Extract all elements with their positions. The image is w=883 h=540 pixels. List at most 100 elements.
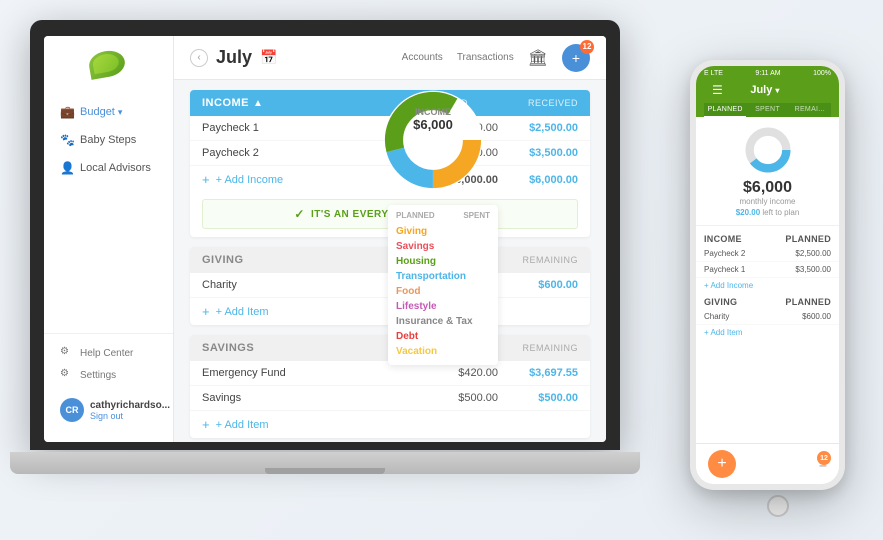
list-item: Paycheck 1 $3,500.00: [696, 262, 839, 278]
phone-screen: E LTE 9:11 AM 100% ☰ July ▾ PLANNED: [696, 66, 839, 484]
phone-paycheck2-name: Paycheck 2: [704, 249, 745, 258]
phone-income-amount: $6,000: [704, 179, 831, 197]
user-avatar: CR: [60, 398, 84, 422]
phone-tabs: PLANNED SPENT REMAI...: [704, 103, 831, 117]
sidebar-item-babysteps[interactable]: 🐾 Baby Steps: [52, 127, 165, 153]
sidebar-item-budget[interactable]: 💼 Budget ▾: [52, 99, 165, 125]
phone-scroll[interactable]: INCOME PLANNED Paycheck 2 $2,500.00 Payc…: [696, 226, 839, 443]
emergency-fund-remaining: $3,697.55: [498, 367, 578, 379]
phone-tab-spent-label: SPENT: [755, 106, 780, 113]
sidebar-nav: 💼 Budget ▾ 🐾 Baby Steps 👤 Local Advisors: [44, 99, 173, 333]
prev-month-button[interactable]: ‹: [190, 49, 208, 67]
category-vacation[interactable]: Vacation: [396, 344, 490, 359]
phone-header: ☰ July ▾: [704, 79, 831, 103]
phone-add-button[interactable]: +: [708, 450, 736, 478]
income-title: INCOME: [202, 97, 249, 109]
chevron-down-icon: ▾: [118, 107, 123, 118]
sidebar-item-babysteps-label: Baby Steps: [80, 134, 136, 146]
phone-income-col-label: PLANNED: [785, 234, 831, 244]
category-transportation[interactable]: Transportation: [396, 269, 490, 284]
help-center-label: Help Center: [80, 348, 133, 359]
sidebar-item-advisors-label: Local Advisors: [80, 162, 151, 174]
current-month: July: [216, 47, 252, 68]
phone-donut-svg: [743, 125, 793, 175]
savings-remaining: $500.00: [498, 392, 578, 404]
sidebar-bottom: ⚙ Help Center ⚙ Settings CR cathyrichard…: [44, 333, 173, 430]
phone-add-icon: +: [717, 455, 726, 473]
check-icon: ✓: [294, 207, 305, 221]
phone-paycheck2-amount: $2,500.00: [795, 249, 831, 258]
list-item: Charity $600.00: [696, 309, 839, 325]
settings-item[interactable]: ⚙ Settings: [52, 364, 165, 386]
phone-donut-mini: [743, 125, 793, 175]
emergency-fund-planned: $420.00: [418, 367, 498, 379]
top-bar-right: Accounts Transactions 🏛 + 12: [402, 44, 590, 72]
phone-menu-icon[interactable]: ☰: [712, 83, 723, 97]
savings-name: Savings: [202, 392, 418, 404]
user-area: CR cathyrichardso... Sign out: [52, 390, 165, 430]
app-logo: [84, 48, 134, 83]
category-debt[interactable]: Debt: [396, 329, 490, 344]
accounts-icon[interactable]: 🏛: [528, 48, 548, 68]
phone-month-chevron-icon: ▾: [775, 86, 779, 95]
phone-badge: 12: [817, 451, 831, 465]
calendar-icon[interactable]: 📅: [260, 49, 277, 66]
category-list-header: PLANNED SPENT: [396, 211, 490, 220]
settings-icon: ⚙: [60, 368, 74, 382]
phone-time: 9:11 AM: [755, 70, 780, 77]
laptop-screen: 💼 Budget ▾ 🐾 Baby Steps 👤 Local Advisors: [44, 36, 606, 442]
savings-title: SAVINGS: [202, 342, 254, 354]
phone-month-text: July: [750, 84, 772, 96]
savings-planned: $500.00: [418, 392, 498, 404]
add-savings-row[interactable]: + + Add Item: [190, 411, 590, 438]
category-savings[interactable]: Savings: [396, 239, 490, 254]
phone-tab-remaining-label: REMAI...: [795, 106, 825, 113]
top-bar: ‹ July 📅 Accounts Transactions 🏛 + 12: [174, 36, 606, 80]
phone-income-title: INCOME: [704, 234, 742, 244]
phone-home-button[interactable]: [767, 495, 789, 517]
phone-battery: 100%: [813, 70, 831, 77]
phone-tab-spent[interactable]: SPENT: [746, 103, 788, 117]
advisors-icon: 👤: [60, 161, 74, 175]
category-lifestyle[interactable]: Lifestyle: [396, 299, 490, 314]
phone-giving-section: GIVING PLANNED: [696, 293, 839, 309]
category-giving[interactable]: Giving: [396, 224, 490, 239]
add-giving-label: + Add Item: [216, 306, 269, 318]
phone-left-text: left to plan: [762, 208, 799, 217]
income-chevron-icon[interactable]: ▲: [253, 98, 263, 109]
sidebar-item-advisors[interactable]: 👤 Local Advisors: [52, 155, 165, 181]
phone-paycheck1-name: Paycheck 1: [704, 265, 745, 274]
phone-bottom-bar: + ≡ 12: [696, 443, 839, 484]
help-center-item[interactable]: ⚙ Help Center: [52, 342, 165, 364]
phone-add-giving[interactable]: + Add Item: [696, 325, 839, 340]
transactions-badge: 12: [580, 40, 594, 54]
phone-badge-button[interactable]: ≡ 12: [819, 455, 827, 473]
phone-body: E LTE 9:11 AM 100% ☰ July ▾ PLANNED: [690, 60, 845, 490]
sidebar: 💼 Budget ▾ 🐾 Baby Steps 👤 Local Advisors: [44, 36, 174, 442]
phone-income-label: monthly income: [704, 197, 831, 206]
income-received-label: RECEIVED: [528, 98, 578, 108]
category-list: PLANNED SPENT Giving Savings Housing Tra…: [388, 205, 498, 365]
transactions-button[interactable]: + 12: [562, 44, 590, 72]
phone-tab-remaining[interactable]: REMAI...: [789, 103, 831, 117]
user-initials: CR: [66, 405, 79, 415]
user-name: cathyrichardso...: [90, 400, 170, 411]
phone-add-income[interactable]: + Add Income: [696, 278, 839, 293]
sign-out-link[interactable]: Sign out: [90, 411, 170, 421]
paycheck2-received: $3,500.00: [498, 147, 578, 159]
phone-giving-col-label: PLANNED: [785, 297, 831, 307]
category-food[interactable]: Food: [396, 284, 490, 299]
phone-giving-title: GIVING: [704, 297, 737, 307]
budget-icon: 💼: [60, 105, 74, 119]
phone-tab-planned[interactable]: PLANNED: [704, 103, 746, 117]
accounts-link[interactable]: Accounts: [402, 52, 443, 63]
phone-notch-area: E LTE 9:11 AM 100% ☰ July ▾ PLANNED: [696, 66, 839, 117]
giving-remaining-label: REMAINING: [522, 255, 578, 265]
planned-col-label: PLANNED: [396, 211, 435, 220]
transactions-link[interactable]: Transactions: [457, 52, 514, 63]
phone-income-area: $6,000 monthly income $20.00 left to pla…: [696, 117, 839, 226]
transactions-plus-icon: +: [572, 50, 580, 66]
category-housing[interactable]: Housing: [396, 254, 490, 269]
category-insurance[interactable]: Insurance & Tax: [396, 314, 490, 329]
paycheck1-received: $2,500.00: [498, 122, 578, 134]
